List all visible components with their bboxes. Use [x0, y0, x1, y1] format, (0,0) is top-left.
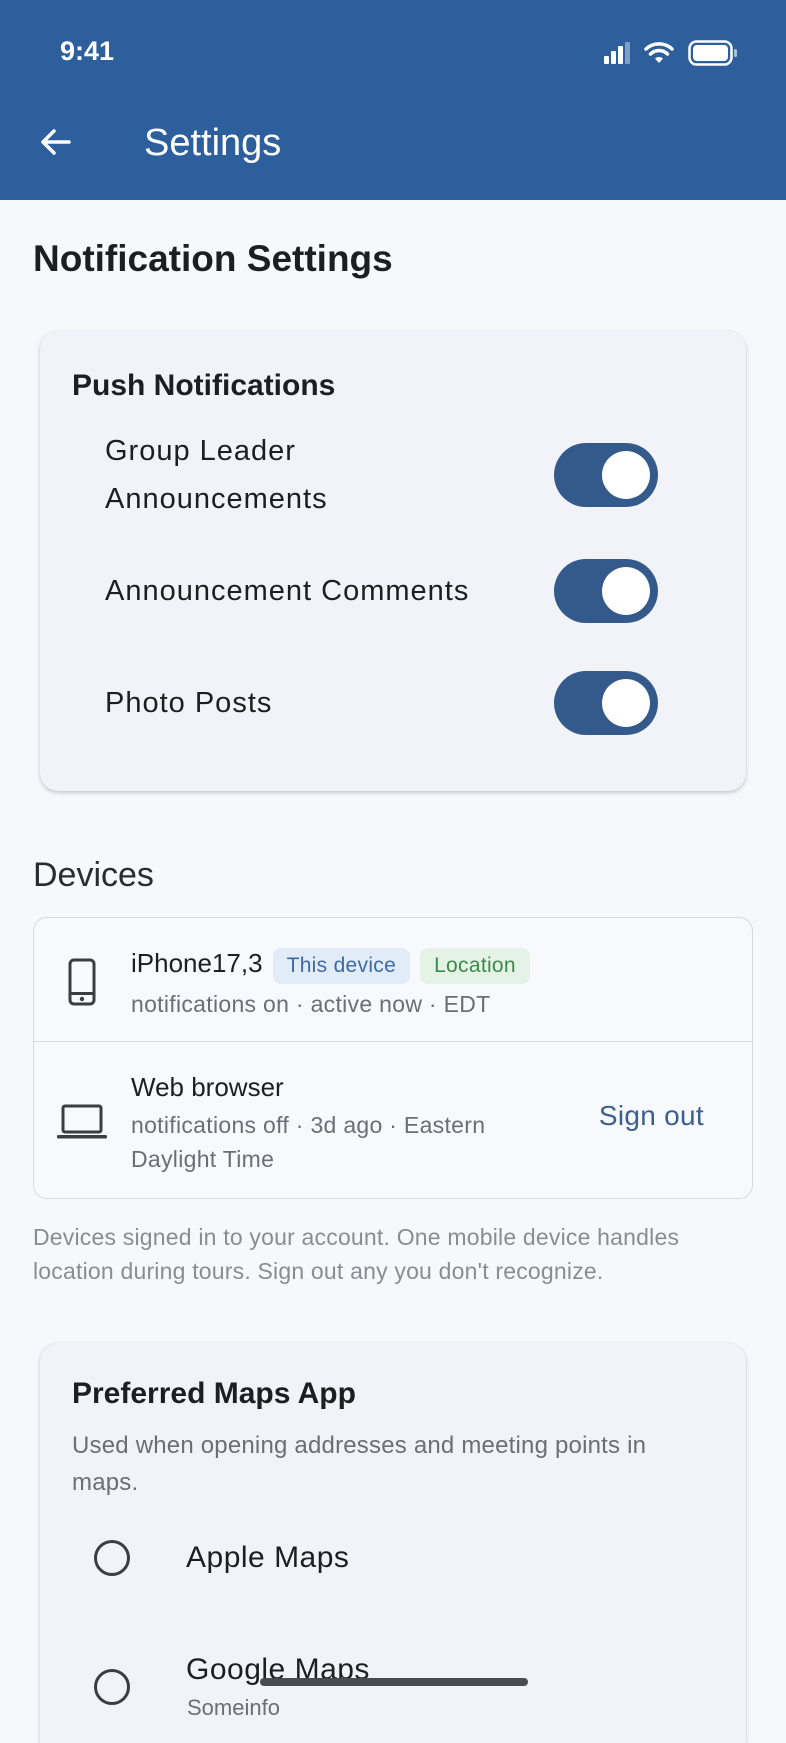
- location-badge: Location: [420, 948, 530, 984]
- radio-sublabel: Someinfo: [187, 1695, 280, 1720]
- arrow-left-icon: [41, 129, 71, 155]
- wifi-icon: [644, 42, 674, 63]
- app-bar: 9:41 Settings: [0, 0, 786, 200]
- this-device-badge: This device: [272, 948, 411, 984]
- status-icons: [604, 40, 738, 66]
- phone-icon: [68, 958, 96, 1006]
- laptop-icon: [57, 1104, 107, 1139]
- page-title: Notification Settings: [33, 238, 393, 279]
- group-leader-announcements-switch[interactable]: [554, 443, 658, 507]
- devices-list: iPhone17,3 This device Location notificati…: [33, 917, 753, 1199]
- device-meta: notifications on · active now · EDT: [131, 991, 491, 1017]
- toggle-row-group-leader: Group Leader Announcements: [105, 427, 658, 523]
- devices-help-text: Devices signed in to your account. One m…: [33, 1224, 680, 1284]
- device-name: Web browser: [131, 1072, 284, 1102]
- photo-posts-switch[interactable]: [554, 671, 658, 735]
- announcement-comments-switch[interactable]: [554, 559, 658, 623]
- battery-icon: [688, 40, 737, 66]
- back-button[interactable]: [36, 122, 76, 162]
- status-time: 9:41: [60, 36, 115, 66]
- signal-icon: [604, 42, 630, 64]
- toggle-label: Photo Posts: [105, 687, 273, 719]
- push-notifications-card: Push Notifications Group Leader Announce…: [40, 331, 746, 791]
- push-notifications-title: Push Notifications: [72, 369, 336, 402]
- radio-button[interactable]: [94, 1669, 130, 1705]
- device-name: iPhone17,3: [131, 948, 263, 978]
- preferred-maps-description: Used when opening addresses and meeting …: [72, 1432, 647, 1496]
- switch-knob: [602, 567, 650, 615]
- toggle-row-announcement-comments: Announcement Comments: [105, 559, 658, 623]
- app-bar-title: Settings: [144, 122, 282, 164]
- device-row-iphone: iPhone17,3 This device Location notificati…: [34, 918, 752, 1042]
- device-meta: notifications off · 3d ago · Eastern Day…: [131, 1112, 486, 1172]
- device-name-line: iPhone17,3 This device Location: [131, 948, 530, 984]
- preferred-maps-title: Preferred Maps App: [72, 1377, 356, 1410]
- device-row-web-browser: Web browser notifications off · 3d ago ·…: [34, 1042, 752, 1200]
- toggle-label: Announcement Comments: [105, 575, 470, 607]
- switch-knob: [602, 451, 650, 499]
- devices-title: Devices: [33, 856, 154, 894]
- toggle-label: Group Leader Announcements: [105, 435, 328, 515]
- toggle-row-photo-posts: Photo Posts: [105, 671, 658, 735]
- radio-label: Apple Maps: [186, 1541, 350, 1574]
- switch-knob: [602, 679, 650, 727]
- radio-button[interactable]: [94, 1540, 130, 1576]
- radio-option-apple-maps[interactable]: Apple Maps: [94, 1540, 349, 1576]
- home-indicator: [260, 1678, 528, 1686]
- sign-out-button[interactable]: Sign out: [599, 1100, 704, 1132]
